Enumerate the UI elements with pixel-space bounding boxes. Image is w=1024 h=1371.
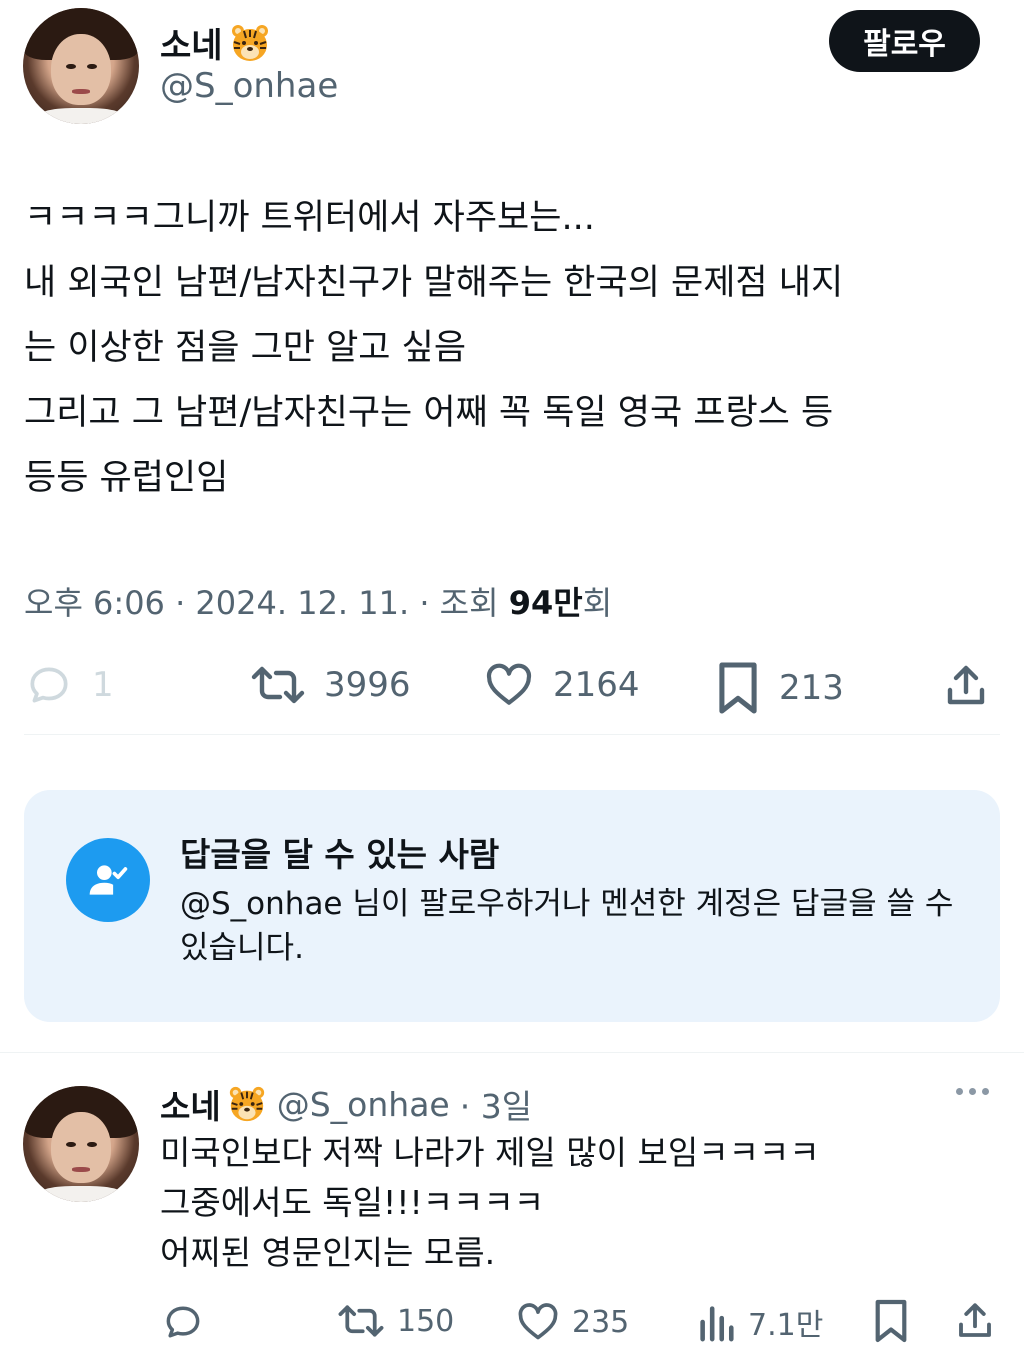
analytics-icon: [700, 1306, 734, 1342]
reply-time[interactable]: · 3일: [460, 1080, 532, 1128]
reply-like-button[interactable]: 235: [516, 1300, 629, 1344]
heart-icon: [486, 663, 532, 705]
dot: [956, 1088, 963, 1095]
divider: [24, 734, 1000, 735]
bookmark-count: 213: [779, 668, 844, 708]
reply-author-display-name[interactable]: 소네: [160, 1080, 267, 1128]
reply-retweet-count: 150: [397, 1303, 455, 1339]
reply-text: 미국인보다 저짝 나라가 제일 많이 보임ㅋㅋㅋㅋ 그중에서도 독일!!!ㅋㅋㅋ…: [160, 1133, 820, 1272]
bookmark-button[interactable]: 213: [715, 660, 844, 716]
tweet-meta: 오후 6:06 · 2024. 12. 11. · 조회 94만회: [24, 578, 612, 624]
reply-restriction-badge: [66, 838, 150, 922]
reply-author-name-text: 소네: [160, 1087, 221, 1126]
reply-restriction-title: 답글을 달 수 있는 사람: [180, 835, 500, 874]
heart-icon: [518, 1303, 558, 1340]
reply-share-button[interactable]: [954, 1298, 996, 1344]
author-handle[interactable]: @S_onhae: [160, 66, 338, 106]
like-count: 2164: [553, 665, 640, 705]
more-options-button[interactable]: [956, 1088, 989, 1095]
bookmark-icon: [875, 1299, 907, 1343]
reply-restriction-card: 답글을 달 수 있는 사람 @S_onhae 님이 팔로우하거나 멘션한 계정은…: [24, 790, 1000, 1022]
dot: [969, 1088, 976, 1095]
tweet-text: ㅋㅋㅋㅋ그니까 트위터에서 자주보는... 내 외국인 남편/남자친구가 말해주…: [24, 198, 844, 498]
like-button[interactable]: 2164: [483, 660, 640, 710]
reply-views-button[interactable]: 7.1만: [696, 1300, 823, 1344]
reply-author-avatar[interactable]: [23, 1086, 139, 1202]
retweet-button[interactable]: 3996: [250, 660, 411, 710]
tweet-timestamp[interactable]: 오후 6:06 · 2024. 12. 11. · 조회: [24, 584, 509, 622]
follow-button[interactable]: 팔로우: [829, 10, 980, 72]
reply-icon: [166, 1306, 200, 1338]
reply-author-handle[interactable]: @S_onhae: [277, 1085, 450, 1124]
user-check-icon: [89, 865, 128, 895]
reply-header: 소네 @S_onhae · 3일: [160, 1080, 532, 1128]
tiger-face-icon: [231, 24, 268, 61]
retweet-icon: [338, 1305, 384, 1337]
retweet-count: 3996: [324, 665, 411, 705]
author-name-text: 소네: [160, 26, 223, 66]
reply-like-count: 235: [572, 1304, 630, 1340]
share-button[interactable]: [942, 660, 990, 712]
bookmark-icon: [719, 662, 757, 714]
author-display-name[interactable]: 소네: [160, 18, 271, 67]
share-icon: [947, 665, 985, 705]
reply-view-count: 7.1만: [748, 1308, 824, 1343]
reply-count: 1: [92, 665, 114, 705]
reply-restriction-description: @S_onhae 님이 팔로우하거나 멘션한 계정은 답글을 쓸 수 있습니다.: [180, 886, 954, 966]
share-icon: [959, 1303, 991, 1337]
reply-retweet-button[interactable]: 150: [337, 1300, 454, 1342]
reply-icon: [30, 667, 68, 703]
author-avatar[interactable]: [23, 8, 139, 124]
reply-reply-button[interactable]: [160, 1300, 206, 1344]
view-count: 94만: [508, 584, 583, 622]
tiger-face-icon: [229, 1086, 264, 1122]
dot: [982, 1088, 989, 1095]
reply-button[interactable]: 1: [24, 660, 114, 710]
view-count-suffix: 회: [582, 584, 613, 622]
reply-bookmark-button[interactable]: [872, 1298, 910, 1344]
retweet-icon: [251, 666, 305, 704]
divider: [0, 1052, 1024, 1053]
